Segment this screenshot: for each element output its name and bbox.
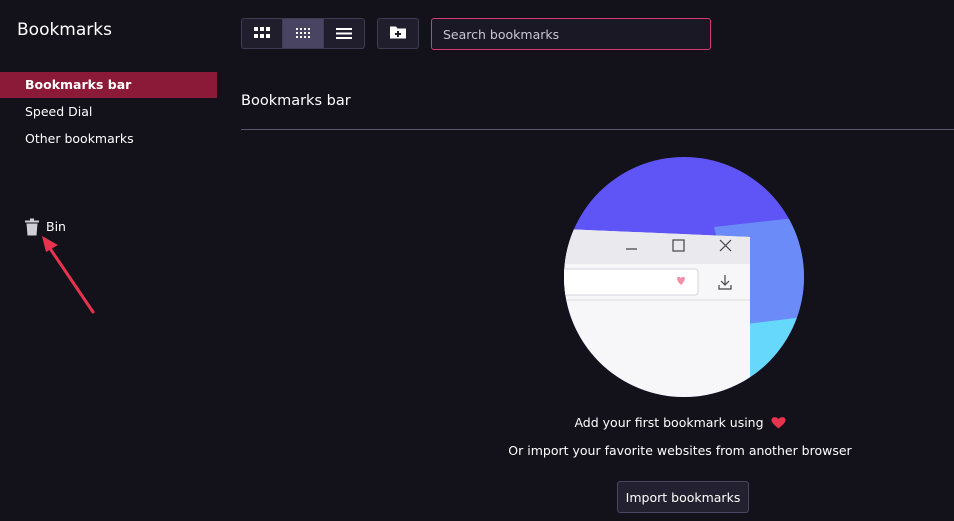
empty-state-illustration (564, 157, 804, 397)
section-title: Bookmarks bar (241, 93, 351, 109)
sidebar-title: Bookmarks (17, 20, 112, 40)
small-tiles-view-button[interactable] (282, 19, 323, 48)
annotation-arrow-icon (42, 236, 95, 314)
grid-small-icon (295, 24, 311, 43)
new-folder-button[interactable] (377, 18, 419, 49)
folder-plus-icon (390, 24, 406, 43)
view-toggle-group (241, 18, 365, 49)
list-icon (336, 24, 352, 43)
import-bookmarks-button[interactable]: Import bookmarks (617, 481, 749, 513)
list-view-button[interactable] (323, 19, 364, 48)
sidebar-item-bookmarks-bar[interactable]: Bookmarks bar (0, 72, 217, 98)
grid-large-icon (254, 24, 270, 43)
section-divider (241, 129, 954, 130)
trash-icon (25, 218, 39, 236)
empty-state-line-1: Add your first bookmark using (430, 415, 930, 432)
sidebar-item-other-bookmarks[interactable]: Other bookmarks (0, 126, 217, 152)
empty-state-text-1: Add your first bookmark using (574, 415, 764, 430)
sidebar-item-speed-dial[interactable]: Speed Dial (0, 99, 217, 125)
empty-state-line-2: Or import your favorite websites from an… (508, 443, 852, 458)
sidebar: Bookmarks Bookmarks bar Speed Dial Other… (0, 0, 225, 521)
heart-icon (770, 416, 786, 432)
search-input[interactable] (431, 18, 711, 50)
large-tiles-view-button[interactable] (242, 19, 282, 48)
